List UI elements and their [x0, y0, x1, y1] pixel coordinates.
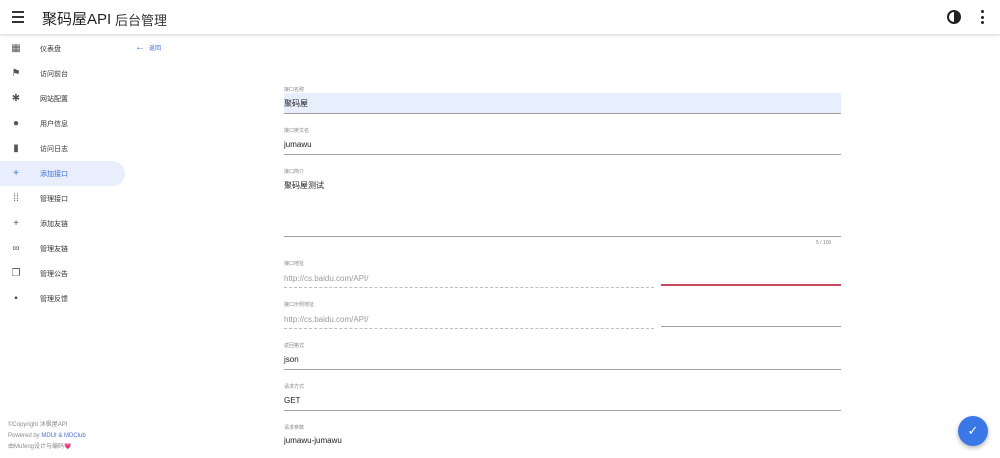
example-url-input[interactable]: http://cs.baidu.com/API/	[284, 315, 368, 324]
intro-label: 接口简介	[284, 169, 305, 175]
footer-credit: 由Mufeng设计与编码💗	[8, 444, 72, 450]
method-underline	[284, 410, 841, 411]
sidebar-item-label: 添加接口	[40, 170, 68, 178]
brand-title[interactable]: 聚码屋API	[42, 8, 111, 29]
flag-icon: ⚑	[11, 68, 21, 79]
page-subtitle: 后台管理	[115, 13, 168, 28]
footer-powered-link[interactable]: MDUI & MDClub	[41, 433, 85, 439]
method-field[interactable]: 请求方式 GET	[284, 383, 841, 411]
url-label: 接口地址	[284, 261, 305, 267]
format-underline	[284, 369, 841, 370]
brightness-icon[interactable]	[947, 10, 961, 24]
sidebar: ▦ 仪表盘 ⚑ 访问前台 ✱ 网站配置 ● 用户信息 ▮ 访问日志 + 添加接口 ⁞⁞ 管理接口 + 添加友链…	[0, 34, 126, 458]
sidebar-item[interactable]: + 添加友链	[0, 211, 125, 236]
example-url-aux-underline[interactable]	[661, 326, 841, 327]
gear-icon: ✱	[11, 93, 21, 104]
url-aux-underline[interactable]	[661, 284, 841, 286]
name-field-fill	[284, 93, 841, 113]
feedback-icon: ▪	[14, 293, 18, 304]
sidebar-item[interactable]: ❐ 管理公告	[0, 261, 125, 286]
intro-field[interactable]: 接口简介 聚码屋测试	[284, 168, 841, 238]
en-name-input[interactable]: jumawu	[284, 140, 312, 149]
name-input[interactable]: 聚码屋	[284, 98, 308, 109]
sidebar-item-label: 管理公告	[40, 270, 68, 278]
en-name-field[interactable]: 接口英文名 jumawu	[284, 127, 841, 155]
sidebar-item-label: 管理友链	[40, 245, 68, 253]
intro-textarea[interactable]: 聚码屋测试	[284, 180, 324, 191]
sidebar-item[interactable]: ∞ 管理友链	[0, 236, 125, 261]
person-icon: ●	[12, 118, 20, 129]
method-label: 请求方式	[284, 384, 305, 390]
plus-icon: +	[13, 168, 19, 179]
sidebar-item-label: 仪表盘	[40, 45, 61, 53]
sidebar-item[interactable]: ⚑ 访问前台	[0, 61, 125, 86]
format-input[interactable]: json	[284, 355, 299, 364]
example-url-label: 接口示例地址	[284, 302, 315, 308]
format-field[interactable]: 返回格式 json	[284, 342, 841, 370]
sidebar-item-label: 用户信息	[40, 120, 68, 128]
footer-copyright: ©Copyright 沐枫屋API	[8, 422, 68, 428]
back-button[interactable]: ← 返回	[135, 42, 161, 53]
footer-powered-prefix: Powered by	[8, 433, 42, 439]
params-field[interactable]: 请求参数 jumawu-jumawu	[284, 424, 841, 452]
check-icon: ✓	[967, 423, 979, 438]
sidebar-item[interactable]: ● 用户信息	[0, 111, 125, 136]
params-input[interactable]: jumawu-jumawu	[284, 436, 342, 445]
sidebar-item-label: 管理接口	[40, 195, 68, 203]
back-label: 返回	[149, 46, 162, 52]
dashboard-icon: ▦	[11, 43, 21, 54]
sidebar-item-label: 网站配置	[40, 95, 68, 103]
sidebar-item[interactable]: ▪ 管理反馈	[0, 286, 125, 311]
link-icon: ∞	[12, 243, 20, 254]
footer-powered: Powered by MDUI & MDClub	[8, 432, 86, 441]
sidebar-item-label: 添加友链	[40, 220, 68, 228]
file-icon: ▮	[13, 143, 19, 154]
sidebar-item[interactable]: ▮ 访问日志	[0, 136, 125, 161]
example-url-field[interactable]: 接口示例地址 http://cs.baidu.com/API/	[284, 301, 654, 329]
en-name-underline	[284, 154, 841, 155]
url-input[interactable]: http://cs.baidu.com/API/	[284, 274, 368, 283]
url-underline	[284, 287, 654, 288]
method-input[interactable]: GET	[284, 396, 300, 405]
sidebar-item[interactable]: ⁞⁞ 管理接口	[0, 186, 125, 211]
sidebar-item[interactable]: + 添加接口	[0, 161, 125, 186]
params-label: 请求参数	[284, 425, 305, 431]
name-field[interactable]: 接口名称 聚码屋	[284, 86, 841, 114]
sidebar-item[interactable]: ▦ 仪表盘	[0, 36, 125, 61]
en-name-label: 接口英文名	[284, 128, 310, 134]
arrow-back-icon: ←	[135, 42, 145, 53]
more-vert-icon[interactable]	[981, 10, 985, 24]
sidebar-item-label: 访问日志	[40, 145, 68, 153]
sidebar-item-label: 管理反馈	[40, 295, 68, 303]
intro-underline	[284, 236, 841, 237]
app-bar: 聚码屋API 后台管理	[0, 0, 1000, 34]
url-field[interactable]: 接口地址 http://cs.baidu.com/API/	[284, 260, 654, 288]
example-url-underline	[284, 328, 654, 329]
sidebar-item[interactable]: ✱ 网站配置	[0, 86, 125, 111]
library-icon: ❐	[11, 268, 21, 279]
apps-icon: ⁞⁞	[13, 193, 19, 204]
menu-icon[interactable]	[9, 8, 27, 26]
sidebar-item-label: 访问前台	[40, 70, 68, 78]
submit-fab-button[interactable]: ✓	[958, 416, 988, 446]
name-underline	[284, 113, 841, 114]
plus-icon: +	[13, 218, 19, 229]
format-label: 返回格式	[284, 343, 305, 349]
intro-counter: 5 / 100	[816, 240, 832, 246]
name-label: 接口名称	[284, 87, 305, 93]
